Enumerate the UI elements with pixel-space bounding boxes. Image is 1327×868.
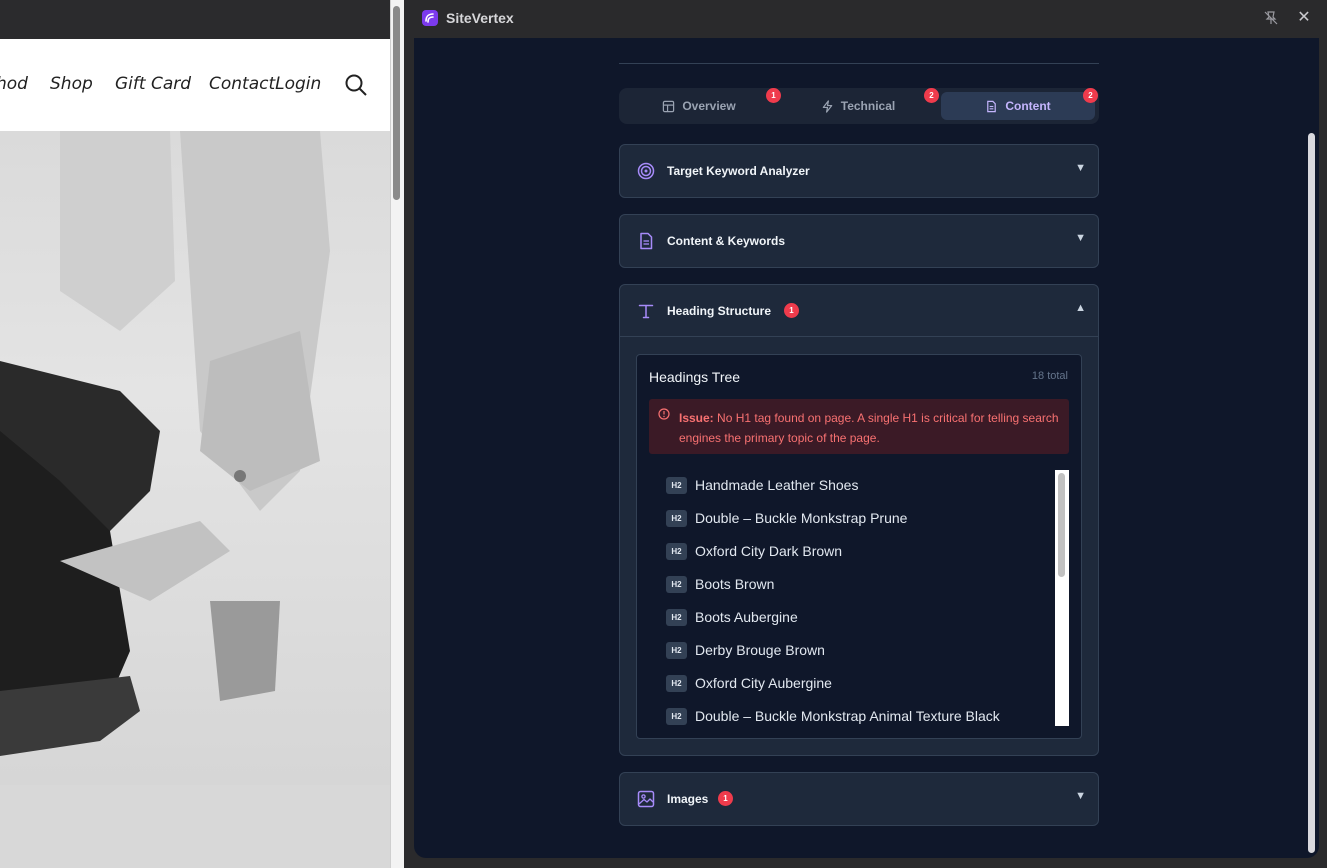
target-keyword-analyzer-section: Target Keyword Analyzer ▼ (619, 144, 1099, 198)
heading-level-tag: H2 (666, 608, 687, 626)
chevron-down-icon[interactable]: ▼ (1075, 790, 1086, 802)
heading-text: Handmade Leather Shoes (695, 477, 859, 493)
tab-overview-label: Overview (682, 99, 736, 113)
issue-description: No H1 tag found on page. A single H1 is … (679, 411, 1059, 445)
tab-content-badge: 2 (1083, 88, 1098, 103)
heading-structure-badge: 1 (784, 303, 799, 318)
heading-level-tag: H2 (666, 542, 687, 560)
image-icon (637, 790, 655, 808)
tab-content[interactable]: Content (941, 92, 1095, 120)
tab-content-label: Content (1005, 99, 1051, 113)
layout-icon (663, 100, 675, 112)
section-divider (619, 63, 1099, 64)
target-keyword-analyzer-title: Target Keyword Analyzer (667, 164, 810, 178)
site-top-bar (0, 0, 390, 39)
chevron-up-icon[interactable]: ▲ (1075, 302, 1086, 314)
type-icon (638, 304, 654, 319)
heading-level-tag: H2 (666, 641, 687, 659)
tab-technical-badge: 2 (924, 88, 939, 103)
panel-title: SiteVertex (446, 10, 514, 26)
heading-text: Derby Brouge Brown (695, 642, 825, 658)
document-icon (987, 100, 997, 112)
tab-overview[interactable]: Overview (623, 92, 775, 120)
heading-text: Oxford City Dark Brown (695, 543, 843, 559)
heading-text: Oxford City Aubergine (695, 675, 832, 691)
heading-item: H2 Double – Buckle Monkstrap Prune (666, 508, 907, 528)
headings-tree-title: Headings Tree (649, 369, 741, 385)
heading-item: H2 Boots Brown (666, 574, 774, 594)
heading-text: Double – Buckle Monkstrap Animal Texture… (695, 708, 1000, 724)
heading-item: H2 Handmade Leather Shoes (666, 475, 858, 495)
content-keywords-title: Content & Keywords (667, 234, 786, 248)
images-section: Images ▼ (619, 772, 1099, 826)
nav-link-shop[interactable]: Shop (50, 74, 93, 94)
heading-structure-title: Heading Structure (667, 304, 772, 318)
shoes-photo (0, 131, 330, 756)
unpin-icon[interactable] (1263, 10, 1279, 26)
tab-overview-badge: 1 (766, 88, 781, 103)
headings-list[interactable]: H2 Handmade Leather Shoes H2 Double – Bu… (650, 470, 1055, 726)
heading-level-tag: H2 (666, 674, 687, 692)
website-viewport: hod Shop Gift Card ContactLogin (0, 0, 390, 868)
target-icon (637, 162, 655, 180)
heading-item: H2 Boots Aubergine (666, 607, 798, 627)
search-icon[interactable] (344, 73, 368, 97)
nav-link-neighborhood[interactable]: hod (0, 74, 28, 94)
heading-item: H2 Derby Brouge Brown (666, 640, 825, 660)
lightning-icon (822, 99, 833, 113)
issue-message: Issue: No H1 tag found on page. A single… (679, 408, 1059, 448)
nav-link-contact-login[interactable]: ContactLogin (209, 74, 321, 94)
tab-technical-label: Technical (840, 99, 896, 113)
heading-item: H2 Oxford City Aubergine (666, 673, 832, 693)
heading-level-tag: H2 (666, 707, 687, 725)
heading-level-tag: H2 (666, 575, 687, 593)
heading-structure-header[interactable]: Heading Structure ▲ (620, 285, 1098, 337)
site-navigation: hod Shop Gift Card ContactLogin (0, 39, 390, 131)
close-icon[interactable]: ✕ (1296, 9, 1312, 27)
headings-total-count: 18 total (1031, 370, 1068, 382)
heading-item: H2 Double – Buckle Monkstrap Animal Text… (666, 706, 1000, 726)
site-scrollbar-thumb[interactable] (393, 6, 400, 200)
target-keyword-analyzer-header[interactable]: Target Keyword Analyzer ▼ (620, 145, 1098, 197)
images-title: Images (667, 792, 709, 806)
page-footer-area (0, 785, 390, 868)
headings-list-scrollbar-thumb[interactable] (1058, 473, 1065, 577)
content-keywords-section: Content & Keywords ▼ (619, 214, 1099, 268)
tab-technical[interactable]: Technical (782, 92, 934, 120)
heading-text: Double – Buckle Monkstrap Prune (695, 510, 908, 526)
chevron-down-icon[interactable]: ▼ (1075, 162, 1086, 174)
content-keywords-header[interactable]: Content & Keywords ▼ (620, 215, 1098, 267)
nav-link-gift-card[interactable]: Gift Card (115, 74, 191, 94)
sitevertex-logo-icon (422, 10, 438, 26)
heading-item: H2 Oxford City Dark Brown (666, 541, 842, 561)
heading-text: Boots Aubergine (695, 609, 798, 625)
alert-circle-icon (658, 408, 670, 420)
file-text-icon (640, 232, 653, 250)
heading-level-tag: H2 (666, 509, 687, 527)
panel-scrollbar-thumb[interactable] (1308, 133, 1315, 853)
heading-text: Boots Brown (695, 576, 775, 592)
issue-label: Issue: (679, 411, 714, 425)
chevron-down-icon[interactable]: ▼ (1075, 232, 1086, 244)
panel-header (404, 0, 1327, 38)
images-badge: 1 (718, 791, 733, 806)
hero-image (0, 131, 390, 785)
images-header[interactable]: Images ▼ (620, 773, 1098, 825)
heading-level-tag: H2 (666, 476, 687, 494)
